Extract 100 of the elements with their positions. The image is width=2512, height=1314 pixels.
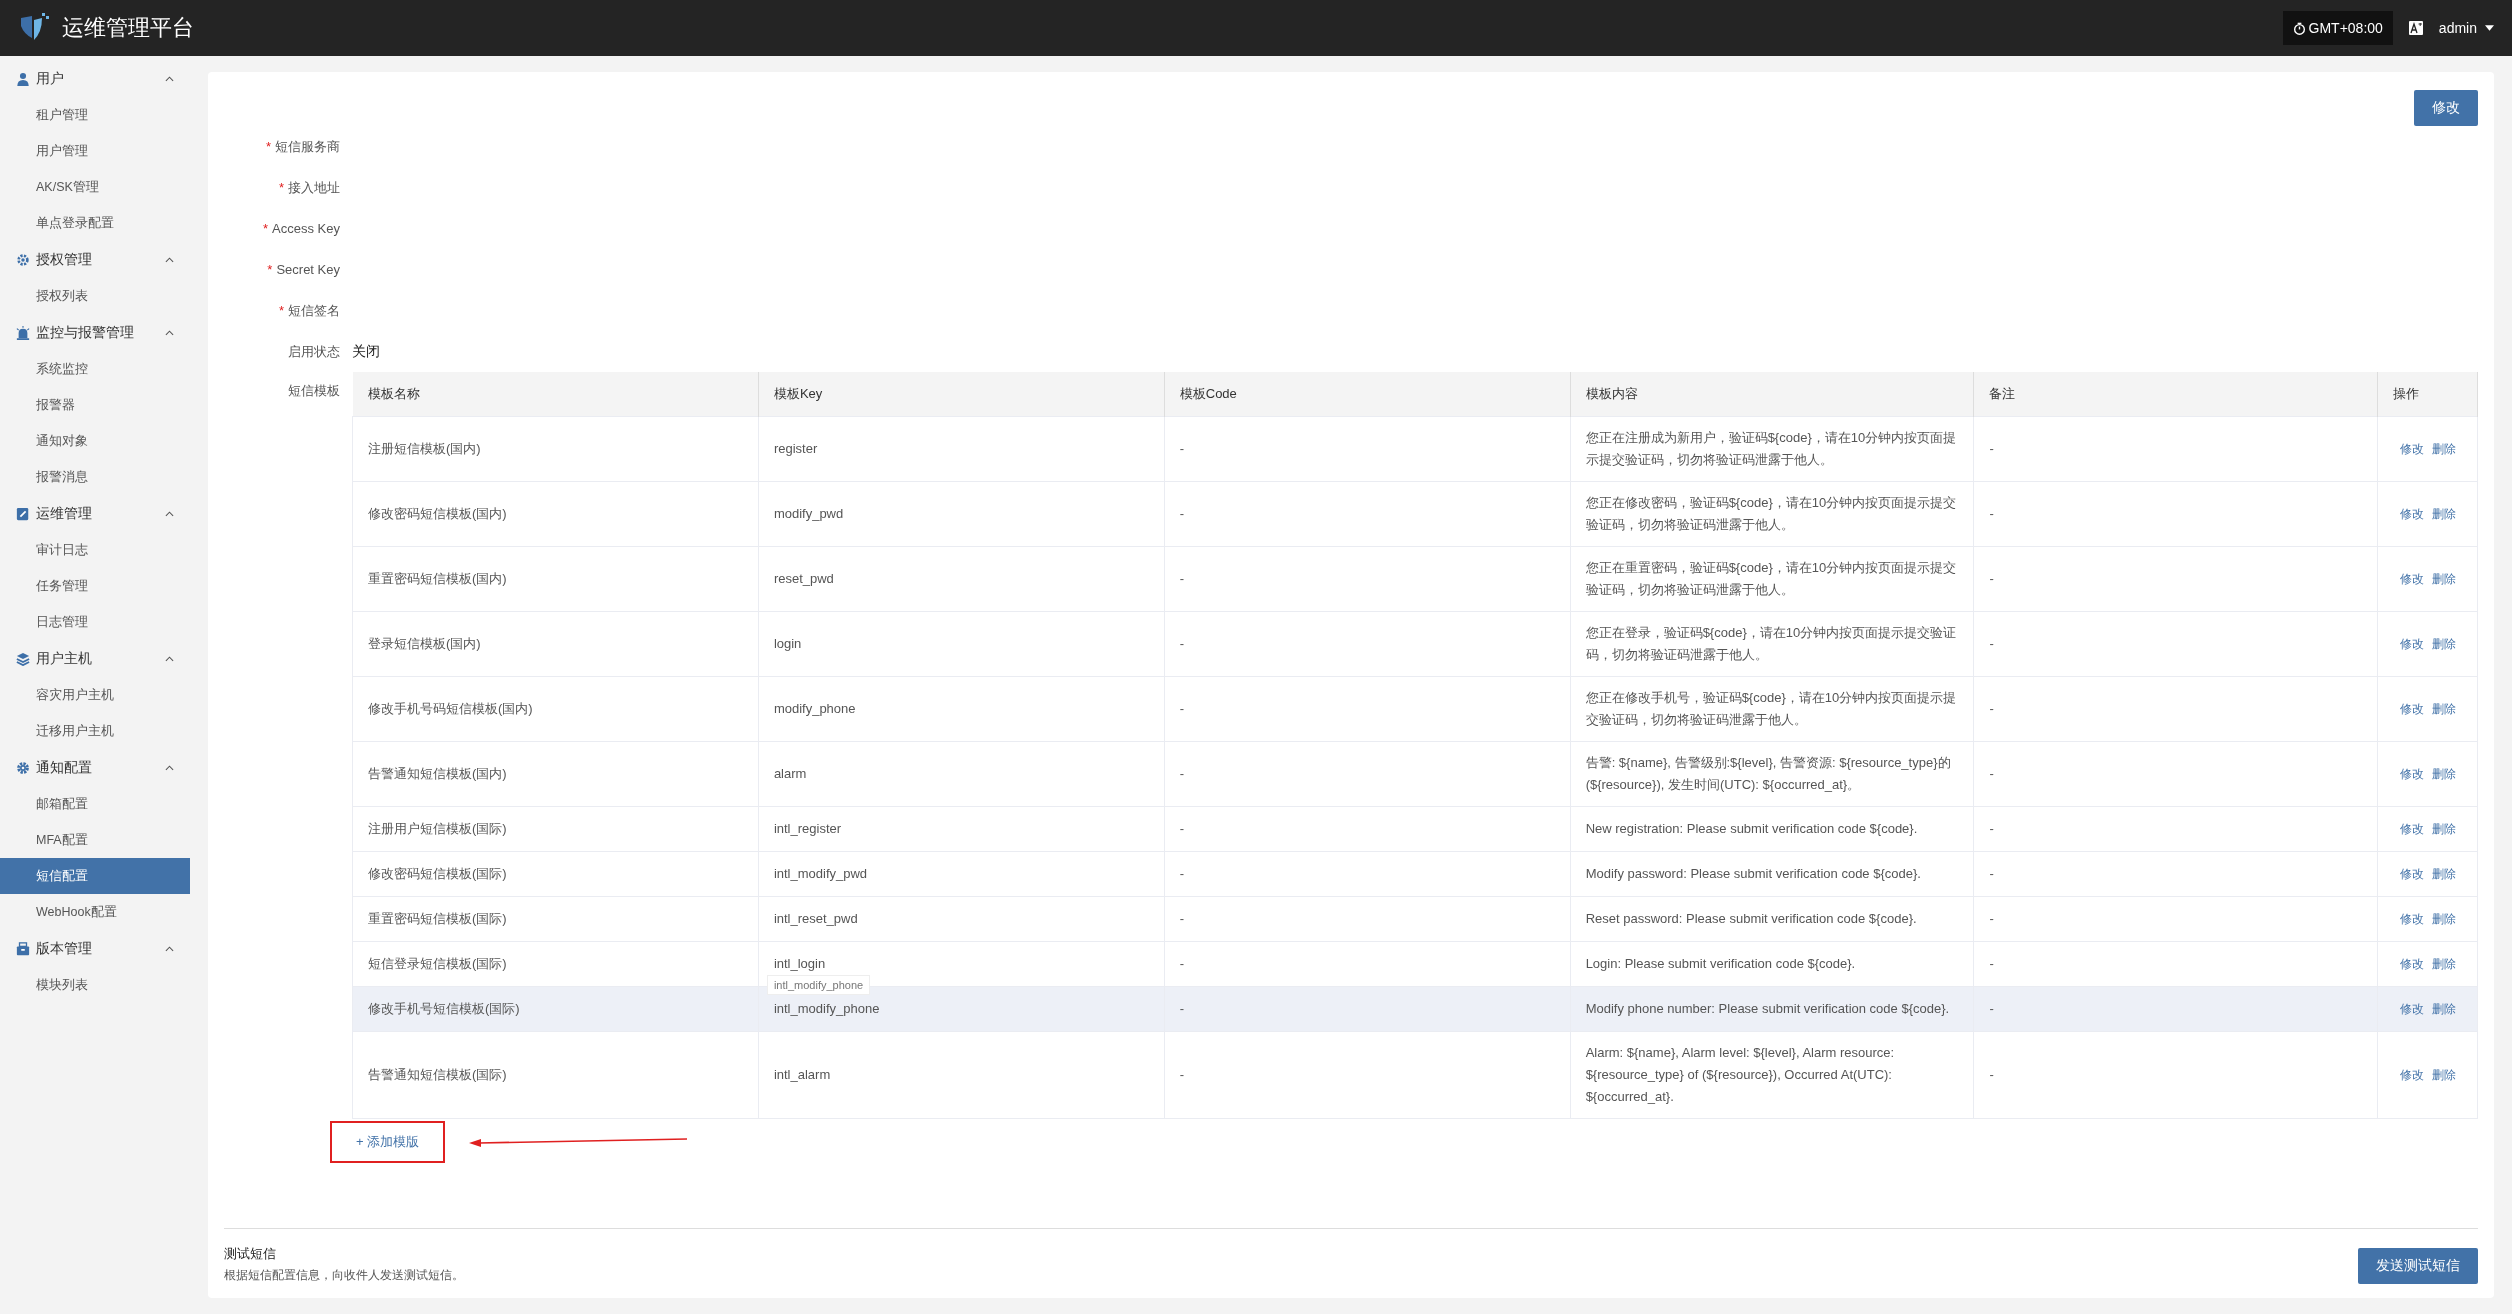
sidebar-item[interactable]: WebHook配置	[0, 894, 190, 930]
table-cell: -	[1164, 986, 1571, 1032]
section-description: 根据短信配置信息，向收件人发送测试短信。	[224, 1267, 464, 1284]
menu-group-icon	[16, 325, 30, 340]
add-template-link[interactable]: + 添加模版	[330, 1121, 446, 1163]
action-link[interactable]: 修改	[2399, 908, 2424, 930]
table-cell: -	[1164, 941, 1571, 987]
table-cell: Alarm: ${name}, Alarm level: ${level}, Alarm resource: ${resource_type} of (${resource}), Occurred At(UTC): ${occurred_at}.	[1570, 1031, 1974, 1119]
table-cell: 注册用户短信模板(国际)	[352, 806, 759, 852]
table-cell: 重置密码短信模板(国内)	[352, 546, 759, 612]
sidebar-group[interactable]: 用户	[0, 60, 190, 97]
sidebar-item[interactable]: 报警器	[0, 387, 190, 423]
table-cell: -	[1973, 851, 2378, 897]
action-link[interactable]: 修改	[2399, 818, 2424, 840]
table-cell: modify_pwd	[758, 481, 1165, 547]
table-cell: Modify password: Please submit verification code ${code}.	[1570, 851, 1974, 897]
table-cell: -	[1164, 851, 1571, 897]
sidebar-item[interactable]: 授权列表	[0, 278, 190, 314]
table-cell: 您正在修改手机号，验证码${code}，请在10分钟内按页面提示提交验证码，切勿将验证码泄露于他人。	[1570, 676, 1974, 742]
menu-group-icon	[16, 506, 30, 521]
menu-group-icon	[16, 651, 30, 666]
action-link[interactable]: 删除	[2431, 998, 2456, 1020]
sidebar-item[interactable]: 迁移用户主机	[0, 713, 190, 749]
table-cell: -	[1973, 546, 2378, 612]
table-cell: New registration: Please submit verification code ${code}.	[1570, 806, 1974, 852]
action-link[interactable]: 修改	[2399, 503, 2424, 525]
translate-icon[interactable]	[2408, 21, 2423, 35]
table-cell: -	[1164, 741, 1571, 807]
action-link[interactable]: 删除	[2431, 633, 2456, 655]
sidebar-item[interactable]: 审计日志	[0, 532, 190, 568]
app-title: 运维管理平台	[62, 14, 194, 42]
sidebar-group[interactable]: 授权管理	[0, 241, 190, 278]
table-cell: intl_register	[758, 806, 1165, 852]
action-link[interactable]: 删除	[2431, 698, 2456, 720]
menu-group-icon	[16, 760, 30, 775]
menu-group-icon	[16, 941, 30, 956]
action-link[interactable]: 删除	[2431, 863, 2456, 885]
sidebar-item[interactable]: AK/SK管理	[0, 169, 190, 205]
action-link[interactable]: 修改	[2399, 953, 2424, 975]
action-link[interactable]: 修改	[2399, 438, 2424, 460]
sidebar-item[interactable]: 邮箱配置	[0, 786, 190, 822]
table-cell: -	[1973, 611, 2378, 677]
sidebar-item[interactable]: 报警消息	[0, 459, 190, 495]
menu-group-icon	[16, 252, 30, 267]
sidebar-item[interactable]: 日志管理	[0, 604, 190, 640]
sidebar-item[interactable]: 租户管理	[0, 97, 190, 133]
action-link[interactable]: 修改	[2399, 633, 2424, 655]
table-cell: 您正在注册成为新用户，验证码${code}，请在10分钟内按页面提示提交验证码，切勿将验证码泄露于他人。	[1570, 416, 1974, 482]
field-value: 关闭	[352, 342, 380, 361]
timezone-button[interactable]: GMT+08:00	[2282, 11, 2393, 45]
field-label: Access Key	[272, 221, 340, 236]
column-header: 模板内容	[1570, 372, 1974, 417]
sidebar-group[interactable]: 监控与报警管理	[0, 314, 190, 351]
sidebar-group[interactable]: 通知配置	[0, 749, 190, 786]
required-mark: *	[278, 179, 284, 195]
sidebar-item[interactable]: 用户管理	[0, 133, 190, 169]
action-link[interactable]: 删除	[2431, 908, 2456, 930]
edit-button[interactable]: 修改	[2414, 90, 2478, 126]
sidebar-group[interactable]: 版本管理	[0, 930, 190, 967]
sidebar-item[interactable]: MFA配置	[0, 822, 190, 858]
action-link[interactable]: 删除	[2431, 568, 2456, 590]
table-cell: login	[758, 611, 1165, 677]
sidebar-group[interactable]: 用户主机	[0, 640, 190, 677]
sidebar-group[interactable]: 运维管理	[0, 495, 190, 532]
table-cell: -	[1973, 941, 2378, 987]
field-label: 短信模板	[288, 383, 340, 398]
send-test-sms-button[interactable]: 发送测试短信	[2358, 1248, 2478, 1284]
table-cell: -	[1164, 676, 1571, 742]
sidebar-item[interactable]: 通知对象	[0, 423, 190, 459]
column-header: 操作	[2377, 372, 2478, 417]
sidebar-item[interactable]: 单点登录配置	[0, 205, 190, 241]
required-mark: *	[265, 138, 271, 154]
user-menu[interactable]: admin	[2438, 20, 2494, 36]
action-link[interactable]: 删除	[2431, 763, 2456, 785]
required-mark: *	[263, 221, 269, 236]
action-link[interactable]: 修改	[2399, 763, 2424, 785]
action-link[interactable]: 删除	[2431, 818, 2456, 840]
field-label: 接入地址	[288, 179, 340, 195]
sidebar-item[interactable]: 任务管理	[0, 568, 190, 604]
table-cell: -	[1973, 1031, 2378, 1119]
action-link[interactable]: 修改	[2399, 698, 2424, 720]
action-link[interactable]: 删除	[2431, 953, 2456, 975]
table-cell: 告警: ${name}, 告警级别:${level}, 告警资源: ${resource_type}的(${resource}), 发生时间(UTC): ${occurred_at}。	[1570, 741, 1974, 807]
column-header: 模板Code	[1164, 372, 1571, 417]
sidebar-item[interactable]: 短信配置	[0, 858, 190, 894]
action-link[interactable]: 修改	[2399, 863, 2424, 885]
table-cell: 短信登录短信模板(国际)	[352, 941, 759, 987]
required-mark: *	[278, 302, 284, 318]
action-link[interactable]: 修改	[2399, 568, 2424, 590]
table-cell: 告警通知短信模板(国内)	[352, 741, 759, 807]
action-link[interactable]: 删除	[2431, 438, 2456, 460]
sidebar-item[interactable]: 系统监控	[0, 351, 190, 387]
action-link[interactable]: 删除	[2431, 503, 2456, 525]
action-link[interactable]: 修改	[2399, 1064, 2424, 1086]
action-link[interactable]: 删除	[2431, 1064, 2456, 1086]
table-cell: 您正在登录，验证码${code}，请在10分钟内按页面提示提交验证码，切勿将验证码泄露于他人。	[1570, 611, 1974, 677]
action-link[interactable]: 修改	[2399, 998, 2424, 1020]
table-cell: intl_modify_pwd	[758, 851, 1165, 897]
sidebar-item[interactable]: 容灾用户主机	[0, 677, 190, 713]
sidebar-item[interactable]: 模块列表	[0, 967, 190, 1003]
